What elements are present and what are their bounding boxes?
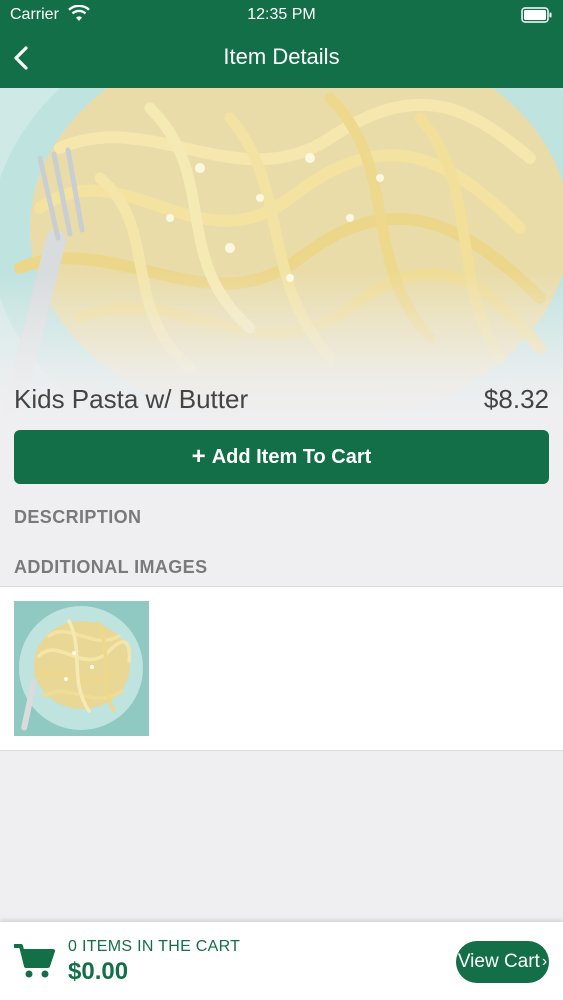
item-hero-image [0, 88, 563, 420]
additional-images-strip [0, 586, 563, 751]
item-name: Kids Pasta w/ Butter [14, 384, 249, 414]
cart-summary-bar: 0 ITEMS IN THE CART $0.00 View Cart › [0, 922, 563, 1000]
status-bar: Carrier 12:35 PM [0, 0, 563, 30]
clock: 12:35 PM [247, 6, 316, 23]
nav-header: Carrier 12:35 PM Item Details [0, 0, 563, 88]
shopping-cart-icon [14, 944, 55, 978]
cart-item-count: 0 ITEMS IN THE CART [68, 938, 241, 955]
description-heading: DESCRIPTION [14, 507, 142, 527]
page-title: Item Details [223, 44, 340, 69]
add-to-cart-label: Add Item To Cart [211, 445, 372, 468]
battery-icon [521, 7, 552, 23]
plus-icon: + [191, 443, 206, 470]
add-to-cart-button[interactable]: + Add Item To Cart [14, 430, 549, 484]
additional-images-heading: ADDITIONAL IMAGES [14, 557, 208, 577]
item-price: $8.32 [483, 384, 549, 414]
cart-total: $0.00 [68, 958, 129, 985]
additional-image-thumbnail[interactable] [14, 601, 149, 736]
view-cart-button[interactable]: View Cart › [456, 941, 549, 983]
view-cart-label: View Cart [457, 951, 540, 972]
chevron-right-icon: › [541, 953, 548, 970]
